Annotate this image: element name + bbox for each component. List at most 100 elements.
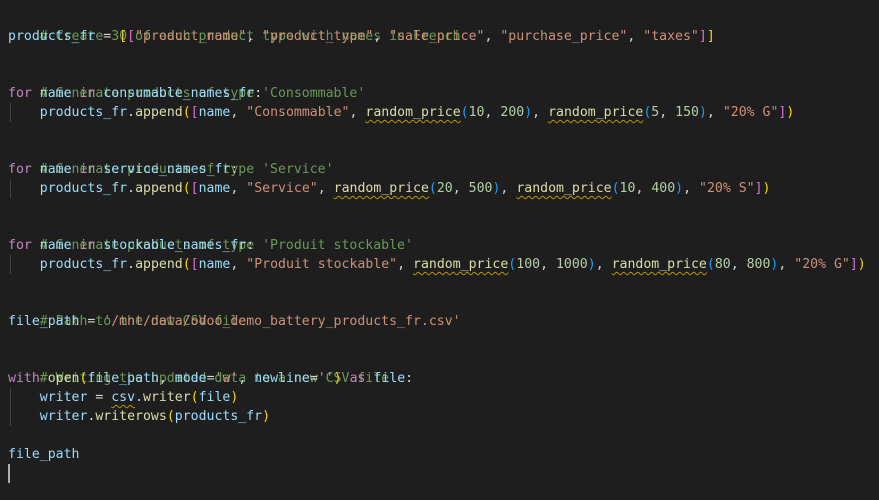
number: 100 <box>516 257 541 272</box>
string: "Service" <box>246 181 318 196</box>
module: csv <box>111 390 136 405</box>
string: "product_type" <box>262 29 374 44</box>
string: "product_name" <box>135 29 247 44</box>
bracket: ( <box>706 257 715 272</box>
variable: name <box>198 257 231 272</box>
code-line-21: writer = csv.writer(file) <box>39 390 239 405</box>
method: append <box>135 257 183 272</box>
variable: products_fr <box>8 29 96 44</box>
bracket: ] <box>754 181 763 196</box>
keyword-argument: mode <box>174 371 207 386</box>
string: '/mnt/data/odoo_demo_battery_products_fr… <box>103 314 461 329</box>
bracket: ( <box>611 181 620 196</box>
bracket: ] <box>706 29 715 44</box>
variable: service_names_fr <box>103 162 231 177</box>
keyword: in <box>79 162 96 177</box>
variable: file_path <box>87 371 159 386</box>
variable: products_fr <box>39 181 128 196</box>
bracket: ( <box>190 390 199 405</box>
string: "purchase_price" <box>500 29 628 44</box>
code-line-24: file_path <box>8 445 79 464</box>
colon: : <box>230 162 239 177</box>
code-line-19: # Writing the updated data to a new CSV … <box>8 350 389 386</box>
string: 'w' <box>214 371 239 386</box>
bracket: [ <box>119 29 128 44</box>
bracket: ) <box>857 257 866 272</box>
variable: writer <box>39 390 88 405</box>
string: "20% G" <box>794 257 850 272</box>
function-call: random_price <box>548 105 644 120</box>
number: 10 <box>468 105 485 120</box>
bracket: [ <box>190 257 199 272</box>
keyword: for <box>8 86 32 101</box>
bracket: ) <box>230 390 239 405</box>
code-line-13: for name in stockable_names_fr: <box>8 236 254 255</box>
bracket: ) <box>262 409 271 424</box>
bracket: ) <box>698 105 707 120</box>
operator: = <box>95 29 120 44</box>
keyword: as <box>349 371 366 386</box>
bracket: [ <box>190 105 199 120</box>
function-call: open <box>47 371 80 386</box>
code-line-5: for name in consumable_names_fr: <box>8 84 262 103</box>
colon: : <box>246 238 255 253</box>
bracket: ) <box>675 181 684 196</box>
function-call: writer <box>143 390 191 405</box>
code-line-20: with open(file_path, mode='w', newline='… <box>8 371 414 386</box>
method: writerows <box>95 409 167 424</box>
bracket: ( <box>428 181 437 196</box>
string: '' <box>317 371 334 386</box>
variable: products_fr <box>39 105 128 120</box>
code-line-17: file_path = '/mnt/data/odoo_demo_battery… <box>8 312 461 331</box>
bracket: ( <box>182 105 191 120</box>
string: "taxes" <box>643 29 699 44</box>
code-line-10: products_fr.append([name, "Service", ran… <box>39 181 771 196</box>
number: 800 <box>746 257 771 272</box>
number: 20 <box>436 181 453 196</box>
string: "Produit stockable" <box>246 257 398 272</box>
bracket: ] <box>698 29 707 44</box>
function-call: random_price <box>413 257 509 272</box>
variable: file <box>198 390 231 405</box>
code-line-8: # Generate products of type 'Service' <box>8 141 334 177</box>
variable: stockable_names_fr <box>103 238 247 253</box>
colon: : <box>254 86 263 101</box>
separator: , <box>627 29 644 44</box>
variable: products_fr <box>39 257 128 272</box>
separator: , <box>373 29 390 44</box>
number: 10 <box>619 181 636 196</box>
code-editor[interactable]: # Create 30 of each product type with na… <box>0 0 879 500</box>
number: 500 <box>468 181 493 196</box>
keyword: in <box>79 238 96 253</box>
bracket: ) <box>770 257 779 272</box>
string: "sale_price" <box>389 29 485 44</box>
code-line-6: products_fr.append([name, "Consommable",… <box>39 105 795 120</box>
variable: name <box>39 162 72 177</box>
bracket: ) <box>492 181 501 196</box>
code-line-14: products_fr.append([name, "Produit stock… <box>39 257 866 272</box>
string: "20% G" <box>722 105 779 120</box>
number: 1000 <box>555 257 588 272</box>
bracket: ) <box>762 181 771 196</box>
operator: = <box>79 314 104 329</box>
bracket: ) <box>524 105 533 120</box>
code-line-22: writer.writerows(products_fr) <box>39 409 271 424</box>
variable: file <box>373 371 406 386</box>
string: "Consommable" <box>246 105 350 120</box>
variable: file_path <box>8 447 80 462</box>
bracket: ] <box>849 257 858 272</box>
code-line-4: # Generate products of type 'Consommable… <box>8 65 366 101</box>
code-line-16: # Path to the new CSV file <box>8 293 246 329</box>
code-line-2: products_fr = [["product_name", "product… <box>8 27 715 46</box>
variable: products_fr <box>174 409 263 424</box>
function-call: random_price <box>611 257 707 272</box>
number: 80 <box>714 257 731 272</box>
variable: consumable_names_fr <box>103 86 255 101</box>
keyword: for <box>8 162 32 177</box>
operator: = <box>87 390 112 405</box>
keyword: with <box>8 371 40 386</box>
number: 5 <box>651 105 660 120</box>
bracket: ( <box>166 409 175 424</box>
method: append <box>135 181 183 196</box>
keyword: in <box>79 86 96 101</box>
